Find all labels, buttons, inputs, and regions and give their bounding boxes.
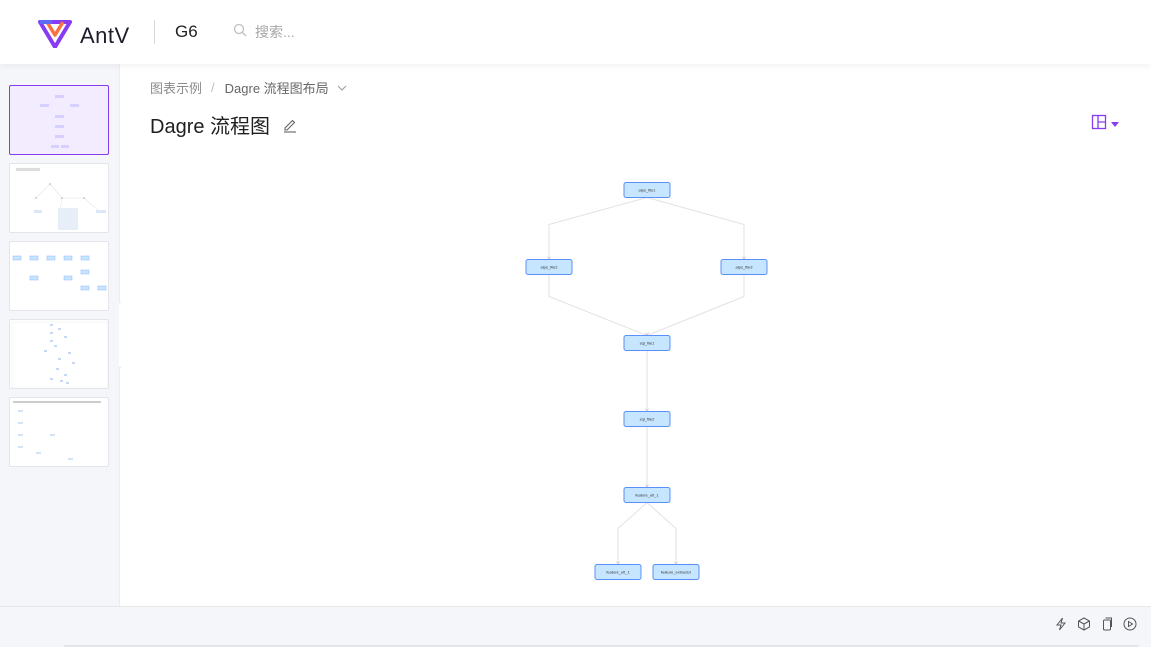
search-input[interactable]: 搜索... bbox=[255, 22, 295, 42]
search-icon bbox=[233, 23, 247, 42]
thumb-3[interactable] bbox=[9, 241, 109, 311]
thumb-5[interactable] bbox=[9, 397, 109, 467]
brand-logo[interactable]: AntV bbox=[38, 18, 130, 53]
graph-node[interactable]: alps_file1 bbox=[623, 182, 671, 198]
graph-node-label: sql_file2 bbox=[640, 417, 655, 422]
graph-node-label: feature_etl_1 bbox=[635, 493, 659, 498]
graph-node-label: feature_etl_1 bbox=[606, 570, 630, 575]
graph-node-label: alps_file3 bbox=[736, 265, 754, 270]
graph-node-label: alps_file1 bbox=[639, 188, 657, 193]
thumb-2[interactable] bbox=[9, 163, 109, 233]
graph-node-label: sql_file1 bbox=[640, 341, 655, 346]
graph-node[interactable]: alps_file2 bbox=[525, 259, 573, 275]
lightning-icon[interactable] bbox=[1054, 617, 1068, 631]
copy-icon[interactable] bbox=[1100, 617, 1114, 631]
graph-node[interactable]: sql_file1 bbox=[623, 335, 671, 351]
play-icon[interactable] bbox=[1123, 617, 1137, 631]
footer-toolbar bbox=[0, 606, 1151, 647]
graph-node[interactable]: sql_file2 bbox=[623, 411, 671, 427]
graph-node-label: feature_extractor bbox=[661, 570, 692, 575]
graph-edge bbox=[646, 274, 745, 336]
graph-edge bbox=[646, 502, 677, 565]
antv-logo-icon bbox=[38, 18, 72, 53]
edges-layer bbox=[547, 197, 746, 566]
footer-tools bbox=[1054, 617, 1137, 631]
graph-node-label: alps_file2 bbox=[541, 265, 559, 270]
graph-node[interactable]: alps_file3 bbox=[720, 259, 768, 275]
example-main: 图表示例 / Dagre 流程图布局 Dagre 流程图 alps_file1 a… bbox=[121, 64, 1151, 606]
top-header: AntV G6 搜索... bbox=[0, 0, 1151, 64]
example-sidebar bbox=[0, 64, 120, 606]
thumb-4[interactable] bbox=[9, 319, 109, 389]
thumb-dagre-flow[interactable] bbox=[9, 85, 109, 155]
graph-edge bbox=[548, 197, 648, 260]
codesandbox-icon[interactable] bbox=[1077, 617, 1091, 631]
search-box[interactable]: 搜索... bbox=[233, 22, 295, 42]
graph-node[interactable]: feature_etl_1 bbox=[623, 487, 671, 503]
dagre-graph-canvas[interactable]: alps_file1 alps_file2 alps_file3 sql_file1s… bbox=[121, 64, 1151, 606]
graph-node[interactable]: feature_extractor bbox=[652, 564, 700, 580]
header-divider bbox=[154, 20, 155, 44]
product-name[interactable]: G6 bbox=[175, 22, 198, 42]
brand-name: AntV bbox=[80, 22, 130, 48]
graph-edge bbox=[646, 197, 745, 260]
graph-edge bbox=[617, 502, 648, 565]
graph-edge bbox=[548, 274, 648, 336]
graph-node[interactable]: feature_etl_1 bbox=[594, 564, 642, 580]
